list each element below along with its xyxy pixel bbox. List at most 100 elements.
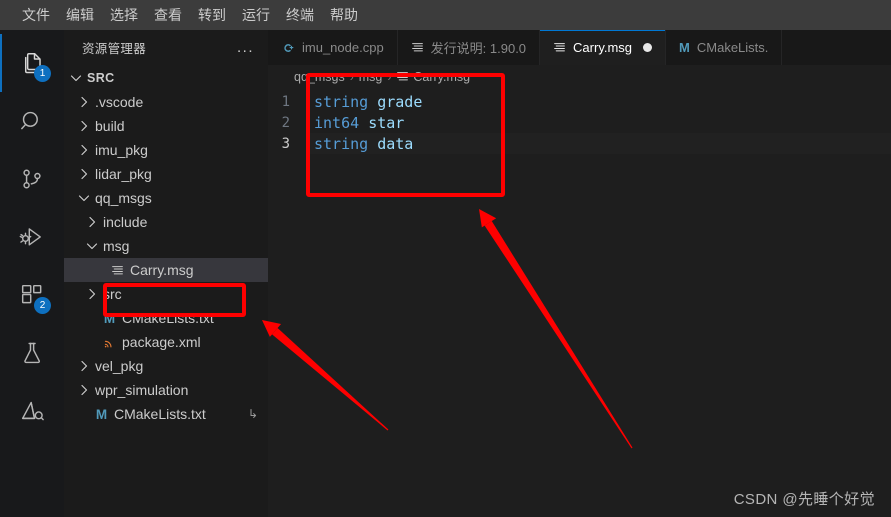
- activity-bar-badge: 2: [34, 297, 51, 314]
- chevron-right-icon: [84, 286, 100, 302]
- msg-icon: [396, 70, 409, 83]
- file-tree-item-label: vel_pkg: [95, 358, 144, 374]
- file-tree-folder[interactable]: wpr_simulation: [64, 378, 268, 402]
- file-tree-folder[interactable]: msg: [64, 234, 268, 258]
- editor-tab-label: Carry.msg: [573, 40, 633, 55]
- code-field-name: data: [377, 134, 414, 153]
- editor-tab[interactable]: Carry.msg: [540, 30, 667, 65]
- activity-bar-item-search[interactable]: [0, 92, 64, 150]
- code-line-content: string grade: [310, 91, 891, 112]
- more-actions-icon[interactable]: ...: [237, 39, 254, 56]
- watermark: CSDN @先睡个好觉: [733, 491, 875, 508]
- code-editor[interactable]: 1 string grade 2 int64 star 3 string data: [268, 88, 891, 154]
- chevron-down-icon: [84, 238, 100, 254]
- chevron-down-icon: [76, 190, 92, 206]
- breadcrumb-item-label: Carry.msg: [413, 69, 471, 84]
- explorer-sidebar: 资源管理器 ... SRC .vscode build imu_pkg lidar_pk…: [64, 30, 268, 517]
- code-field-name: star: [368, 113, 405, 132]
- file-tree-item[interactable]: M CMakeLists.txt: [64, 306, 268, 330]
- file-tree-item-label: package.xml: [122, 334, 201, 350]
- file-tree-item[interactable]: M CMakeLists.txt ↳: [64, 402, 268, 426]
- menu-file[interactable]: 文件: [14, 0, 58, 30]
- code-type-keyword: string: [314, 92, 369, 111]
- code-line[interactable]: 1 string grade: [268, 91, 891, 112]
- editor-tab-label: CMakeLists.: [696, 40, 769, 55]
- breadcrumb-item[interactable]: Carry.msg: [396, 70, 470, 84]
- file-tree-folder[interactable]: include: [64, 210, 268, 234]
- activity-bar-item-extensions[interactable]: 2: [0, 266, 64, 324]
- sidebar-header: 资源管理器 ...: [64, 30, 268, 64]
- menu-view[interactable]: 查看: [146, 0, 190, 30]
- code-line-content: int64 star: [310, 112, 891, 133]
- code-type-keyword: string: [314, 134, 369, 153]
- file-tree-item-label: SRC: [87, 71, 115, 85]
- breadcrumb-item[interactable]: qq_msgs: [294, 70, 345, 84]
- ros-icon: [19, 398, 45, 424]
- editor-tab-bar: imu_node.cpp 发行说明: 1.90.0 Carry.msg M CMakeL…: [268, 30, 891, 65]
- source-control-icon: [19, 166, 45, 192]
- menu-selection[interactable]: 选择: [102, 0, 146, 30]
- breadcrumb-separator-icon: ›: [387, 69, 392, 84]
- file-tree-item-label: msg: [103, 238, 130, 254]
- file-tree-item-label: lidar_pkg: [95, 166, 152, 182]
- cmake-file-icon: M: [95, 406, 108, 422]
- code-line-content: string data: [310, 133, 891, 154]
- code-field-name: grade: [377, 92, 423, 111]
- chevron-right-icon: [76, 166, 92, 182]
- editor-tab[interactable]: imu_node.cpp: [268, 30, 398, 65]
- menu-help[interactable]: 帮助: [322, 0, 366, 30]
- menu-run[interactable]: 运行: [234, 0, 278, 30]
- file-tree-folder[interactable]: qq_msgs: [64, 186, 268, 210]
- activity-bar: 12: [0, 30, 64, 517]
- cmake-file-icon: M: [103, 310, 116, 326]
- chevron-right-icon: [76, 358, 92, 374]
- breadcrumb-item[interactable]: msg: [359, 70, 383, 84]
- file-tree-folder[interactable]: src: [64, 282, 268, 306]
- menu-go[interactable]: 转到: [190, 0, 234, 30]
- activity-bar-item-ros[interactable]: [0, 382, 64, 440]
- activity-bar-item-explorer-files[interactable]: 1: [0, 34, 64, 92]
- testing-flask-icon: [19, 340, 45, 366]
- activity-bar-item-source-control[interactable]: [0, 150, 64, 208]
- chevron-right-icon: [76, 142, 92, 158]
- activity-bar-item-testing-flask[interactable]: [0, 324, 64, 382]
- code-line[interactable]: 3 string data: [268, 133, 891, 154]
- line-number: 1: [281, 93, 290, 110]
- file-tree-item-label: wpr_simulation: [95, 382, 189, 398]
- editor-tab[interactable]: M CMakeLists.: [666, 30, 783, 65]
- menu-edit[interactable]: 编辑: [58, 0, 102, 30]
- breadcrumb-separator-icon: ›: [349, 69, 354, 84]
- file-tree-item-label: qq_msgs: [95, 190, 152, 206]
- chevron-right-icon: [76, 382, 92, 398]
- editor-tab-label: 发行说明: 1.90.0: [430, 41, 527, 56]
- file-tree-folder[interactable]: SRC: [64, 66, 268, 90]
- file-tree: SRC .vscode build imu_pkg lidar_pkg qq_msgsin…: [64, 64, 268, 426]
- file-tree-item-label: CMakeLists.txt: [114, 406, 206, 422]
- tree-item-indicator: ↳: [247, 407, 258, 421]
- unsaved-indicator-icon[interactable]: [643, 43, 653, 52]
- activity-bar-item-run-and-debug[interactable]: [0, 208, 64, 266]
- file-tree-item[interactable]: Carry.msg: [64, 258, 268, 282]
- vscode-window: 文件 编辑 选择 查看 转到 运行 终端 帮助 12 资源管理器 ... SRC .vscode…: [0, 0, 891, 517]
- file-tree-item-label: src: [103, 286, 122, 302]
- editor-tab[interactable]: 发行说明: 1.90.0: [397, 30, 541, 65]
- line-number: 3: [281, 135, 290, 152]
- file-tree-folder[interactable]: build: [64, 114, 268, 138]
- editor-area: imu_node.cpp 发行说明: 1.90.0 Carry.msg M CMakeL…: [268, 30, 891, 517]
- activity-bar-badge: 1: [34, 65, 51, 82]
- msg-file-icon: [108, 264, 127, 277]
- file-tree-item-label: include: [103, 214, 148, 230]
- file-tree-folder[interactable]: .vscode: [64, 90, 268, 114]
- file-tree-folder[interactable]: lidar_pkg: [64, 162, 268, 186]
- editor-tab-label: imu_node.cpp: [302, 40, 384, 55]
- menu-terminal[interactable]: 终端: [278, 0, 322, 30]
- chevron-down-icon: [68, 70, 84, 86]
- msg-icon: [411, 41, 424, 54]
- file-tree-folder[interactable]: vel_pkg: [64, 354, 268, 378]
- cpp-icon: [281, 41, 295, 55]
- code-line[interactable]: 2 int64 star: [268, 112, 891, 133]
- file-tree-folder[interactable]: imu_pkg: [64, 138, 268, 162]
- breadcrumb-item-label: msg: [358, 69, 383, 84]
- file-tree-item[interactable]: package.xml: [64, 330, 268, 354]
- file-tree-item-label: imu_pkg: [95, 142, 148, 158]
